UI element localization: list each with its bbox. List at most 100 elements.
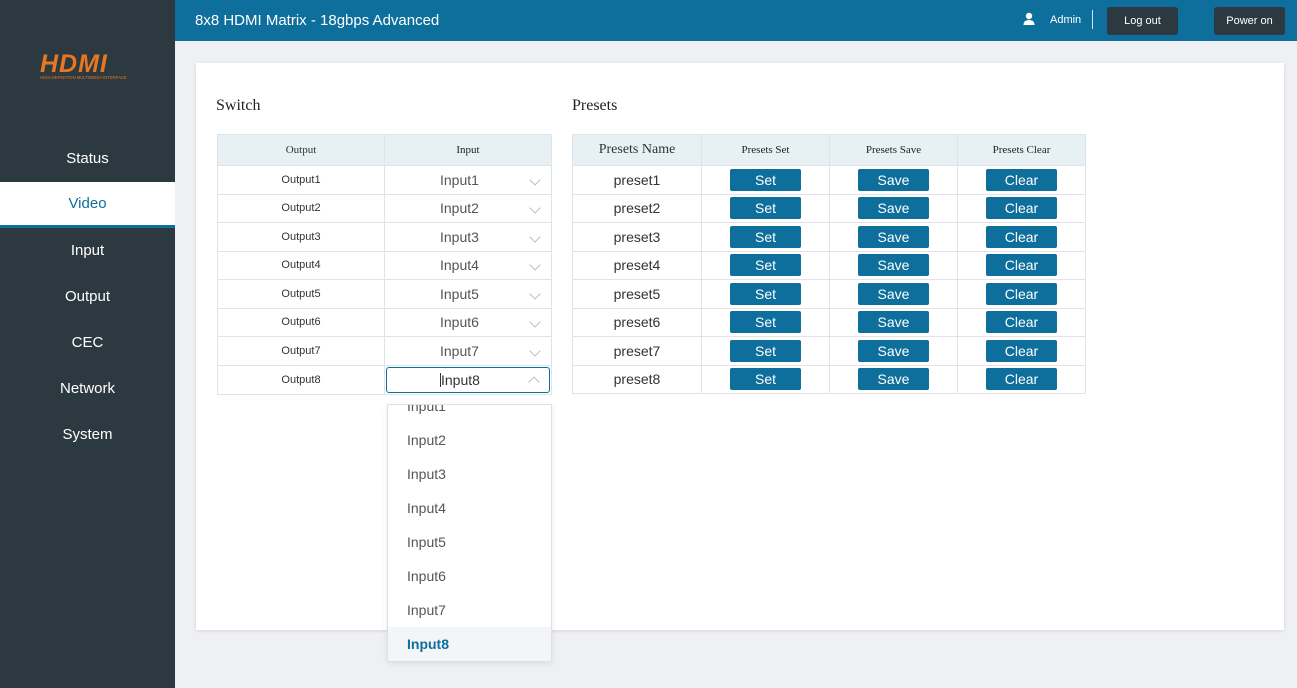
sidebar-item-output[interactable]: Output [0,274,175,320]
table-row: Output1 Input1 [217,165,552,195]
preset-clear-button[interactable]: Clear [986,168,1057,191]
preset-save-button[interactable]: Save [858,282,929,305]
select-value: Input4 [440,257,479,274]
select-value: Input2 [440,200,479,217]
preset-clear-button[interactable]: Clear [986,311,1057,334]
preset-save-button[interactable]: Save [858,197,929,220]
sidebar-item-status[interactable]: Status [0,136,175,182]
logout-button[interactable]: Log out [1107,7,1178,35]
preset-set-button[interactable]: Set [730,311,801,334]
input-dropdown-menu: Input1 Input2 Input3 Input4 Input5 Input6 Inpu… [387,404,552,662]
preset-set-button[interactable]: Set [730,168,801,191]
dropdown-option[interactable]: Input7 [388,593,551,627]
preset-clear-button[interactable]: Clear [986,368,1057,391]
table-row: preset7 Set Save Clear [572,336,1086,366]
table-row: Output5 Input5 [217,279,552,309]
input-select[interactable]: Input5 [385,281,551,307]
dropdown-option[interactable]: Input8 [388,627,551,661]
select-value: Input5 [440,285,479,302]
presets-table: Presets Name Presets Set Presets Save Pr… [572,134,1086,394]
chevron-down-icon [529,316,541,328]
dropdown-option[interactable]: Input2 [388,423,551,457]
sidebar-item-video[interactable]: Video [0,182,175,228]
preset-set-button[interactable]: Set [730,282,801,305]
preset-save-button[interactable]: Save [858,368,929,391]
preset-clear-button[interactable]: Clear [986,197,1057,220]
preset-clear-button[interactable]: Clear [986,282,1057,305]
input-select[interactable]: Input4 [385,252,551,278]
presets-title: Presets [572,97,618,114]
preset-name: preset3 [572,222,702,252]
top-header: 8x8 HDMI Matrix - 18gbps Advanced Admin … [175,0,1297,41]
dropdown-list: Input1 Input2 Input3 Input4 Input5 Input6 Inpu… [388,405,551,661]
svg-text:HIGH-DEFINITION MULTIMEDIA INT: HIGH-DEFINITION MULTIMEDIA INTERFACE [40,75,127,80]
preset-save-button[interactable]: Save [858,311,929,334]
preset-set-button[interactable]: Set [730,225,801,248]
table-row: Output3 Input3 [217,222,552,252]
sidebar-item-cec[interactable]: CEC [0,320,175,366]
table-row: preset6 Set Save Clear [572,307,1086,337]
output-label: Output6 [217,307,385,337]
dropdown-option[interactable]: Input5 [388,525,551,559]
presets-set-header: Presets Set [701,134,830,166]
table-row: Output4 Input4 [217,250,552,280]
preset-save-button[interactable]: Save [858,339,929,362]
preset-set-button[interactable]: Set [730,254,801,277]
sidebar-item-input[interactable]: Input [0,228,175,274]
switch-table: Output Input Output1 Input1 Output2 Inpu… [217,134,552,395]
output-label: Output7 [217,336,385,366]
chevron-down-icon [529,345,541,357]
input-select[interactable]: Input1 [385,167,551,193]
input-column-header: Input [384,134,552,166]
output-label: Output5 [217,279,385,309]
input-select[interactable]: Input2 [385,195,551,221]
table-row: Output8 Input8 [217,364,552,395]
chevron-down-icon [529,174,541,186]
sidebar-nav: Status Video Input Output CEC Network Sy… [0,136,175,458]
table-row: preset8 Set Save Clear [572,364,1086,394]
select-value: Input3 [440,228,479,245]
sidebar: HDMI HIGH-DEFINITION MULTIMEDIA INTERFAC… [0,0,175,688]
dropdown-option[interactable]: Input3 [388,457,551,491]
preset-save-button[interactable]: Save [858,168,929,191]
power-on-button[interactable]: Power on [1214,7,1285,35]
admin-label: Admin [1050,14,1082,26]
table-row: Output2 Input2 [217,193,552,223]
chevron-down-icon [529,288,541,300]
table-row: preset3 Set Save Clear [572,222,1086,252]
input-select-open[interactable]: Input8 [386,366,550,393]
sidebar-item-network[interactable]: Network [0,366,175,412]
presets-save-header: Presets Save [829,134,958,166]
select-value: Input6 [440,314,479,331]
preset-set-button[interactable]: Set [730,368,801,391]
table-row: preset4 Set Save Clear [572,250,1086,280]
preset-clear-button[interactable]: Clear [986,254,1057,277]
presets-clear-header: Presets Clear [957,134,1086,166]
preset-name: preset6 [572,307,702,337]
preset-clear-button[interactable]: Clear [986,339,1057,362]
preset-name: preset2 [572,193,702,223]
select-value: Input7 [440,342,479,359]
sidebar-item-system[interactable]: System [0,412,175,458]
preset-name: preset7 [572,336,702,366]
preset-set-button[interactable]: Set [730,339,801,362]
chevron-down-icon [529,231,541,243]
output-label: Output2 [217,193,385,223]
dropdown-option[interactable]: Input1 [388,405,551,423]
preset-name: preset4 [572,250,702,280]
input-select[interactable]: Input3 [385,224,551,250]
preset-set-button[interactable]: Set [730,197,801,220]
preset-save-button[interactable]: Save [858,225,929,248]
dropdown-option[interactable]: Input4 [388,491,551,525]
preset-name: preset8 [572,364,702,394]
preset-save-button[interactable]: Save [858,254,929,277]
output-label: Output3 [217,222,385,252]
input-select[interactable]: Input6 [385,309,551,335]
table-row: preset2 Set Save Clear [572,193,1086,223]
preset-clear-button[interactable]: Clear [986,225,1057,248]
input-select[interactable]: Input7 [385,338,551,364]
main-card: Switch Presets Output Input Output1 Inpu… [196,63,1284,630]
select-value: Input8 [441,371,480,388]
presets-name-header: Presets Name [572,134,702,166]
dropdown-option[interactable]: Input6 [388,559,551,593]
